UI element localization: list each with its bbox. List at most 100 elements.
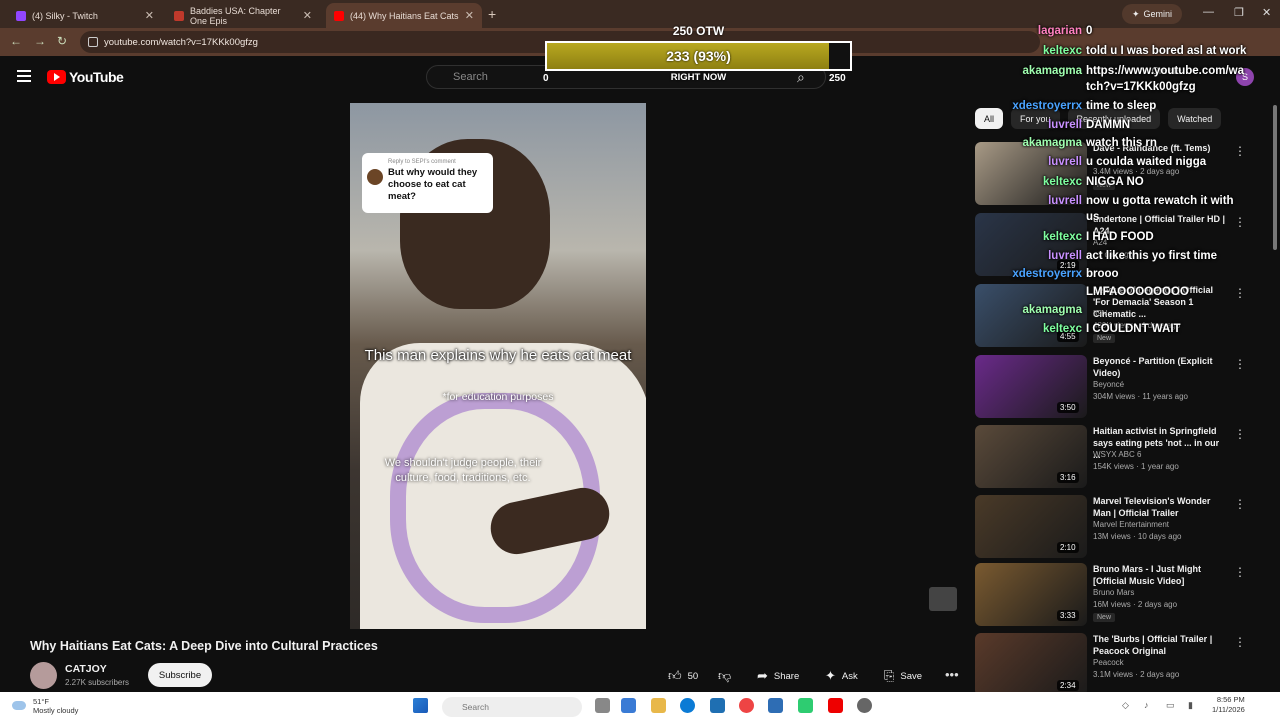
youtube-favicon-icon — [334, 10, 344, 21]
chat-username: keltexc — [1042, 45, 1082, 57]
chat-message: keltexc told u I was bored asl at work — [1002, 44, 1246, 58]
thumbs-down-icon: 👎︎ — [718, 668, 732, 683]
recommendation-meta: 154K views · 1 year ago — [1093, 462, 1179, 471]
recommendation-meta: 304M views · 11 years ago — [1093, 392, 1189, 401]
chrome-icon[interactable] — [739, 698, 754, 713]
dislike-button[interactable]: 👎︎ — [718, 665, 731, 687]
share-button[interactable]: ➦ Share — [757, 665, 799, 687]
settings-icon[interactable] — [857, 698, 872, 713]
youtube-app-icon[interactable] — [828, 698, 843, 713]
recommendation-meta: 13M views · 10 days ago — [1093, 532, 1182, 541]
chat-text: now u gotta rewatch it with — [1086, 195, 1234, 207]
video-player[interactable]: Reply to SEPI's comment But why would th… — [350, 103, 646, 629]
recommendation-item[interactable]: 3:50 Beyoncé - Partition (Explicit Video)… — [975, 355, 1246, 419]
subscribe-button[interactable]: Subscribe — [148, 663, 212, 687]
windows-taskbar — [0, 692, 1280, 720]
minimize-icon[interactable]: — — [1203, 6, 1214, 18]
menu-icon[interactable] — [17, 70, 31, 82]
duration-badge: 3:50 — [1057, 402, 1079, 413]
more-actions-icon[interactable]: ••• — [945, 667, 959, 682]
more-options-icon[interactable]: ⋮ — [1234, 635, 1246, 649]
video-title: Why Haitians Eat Cats: A Deep Dive into … — [30, 639, 378, 653]
more-options-icon[interactable]: ⋮ — [1234, 565, 1246, 579]
recommendation-title[interactable]: The 'Burbs | Official Trailer | Peacock … — [1093, 633, 1229, 657]
recommendation-title[interactable]: Marvel Television's Wonder Man | Officia… — [1093, 495, 1229, 519]
channel-name[interactable]: CATJOY — [65, 663, 107, 675]
recommendation-title[interactable]: Beyoncé - Partition (Explicit Video) — [1093, 355, 1229, 379]
more-options-icon[interactable]: ⋮ — [1234, 427, 1246, 441]
save-button[interactable]: ⎘ Save — [884, 665, 922, 687]
windows-start-icon[interactable] — [413, 698, 428, 713]
taskbar-search[interactable]: Search — [442, 697, 582, 717]
recommendation-channel[interactable]: Marvel Entertainment — [1093, 520, 1169, 529]
volume-icon[interactable]: ♪ — [1144, 700, 1149, 710]
like-button[interactable]: 👍︎ 50 — [668, 665, 698, 687]
close-window-icon[interactable]: ✕ — [1262, 6, 1271, 19]
reload-icon[interactable]: ↻ — [57, 34, 67, 48]
cloud-icon — [12, 701, 26, 710]
reply-comment-card: Reply to SEPI's comment But why would th… — [362, 153, 493, 213]
tab-twitch[interactable]: (4) Silky - Twitch ✕ — [8, 3, 162, 28]
recommendation-title[interactable]: Bruno Mars - I Just Might [Official Musi… — [1093, 563, 1229, 587]
mini-thumbnail[interactable] — [929, 587, 957, 611]
recommendation-channel[interactable]: Peacock — [1093, 658, 1124, 667]
ask-button[interactable]: ✦ Ask — [825, 665, 858, 687]
chat-message: luvrell now u gotta rewatch it with — [1002, 194, 1234, 208]
maximize-icon[interactable]: ❐ — [1234, 6, 1244, 19]
display-icon[interactable]: ▭ — [1166, 700, 1175, 711]
close-icon[interactable]: ✕ — [145, 9, 154, 22]
more-options-icon[interactable]: ⋮ — [1234, 215, 1246, 229]
forward-icon[interactable]: → — [34, 34, 46, 48]
gemini-button[interactable]: ✦ Gemini — [1122, 4, 1183, 24]
taskbar-clock[interactable]: 8:56 PM 1/11/2026 — [1212, 695, 1245, 715]
tab-youtube[interactable]: (44) Why Haitians Eat Cats ✕ — [326, 3, 482, 28]
chip-all[interactable]: All — [975, 108, 1004, 129]
chat-message: LMFAOOOOOOOO — [1002, 285, 1189, 299]
tab-label: (4) Silky - Twitch — [32, 10, 98, 21]
recommendation-channel[interactable]: Bruno Mars — [1093, 588, 1134, 597]
mail-icon[interactable] — [710, 698, 725, 713]
close-icon[interactable]: ✕ — [465, 9, 474, 22]
back-icon[interactable]: ← — [10, 34, 22, 48]
more-options-icon[interactable]: ⋮ — [1234, 497, 1246, 511]
thumbs-up-icon: 👍︎ — [668, 668, 682, 683]
file-explorer-icon[interactable] — [651, 698, 666, 713]
sparkle-icon: ✦ — [825, 668, 836, 683]
task-view-icon[interactable] — [595, 698, 610, 713]
site-info-icon[interactable] — [88, 37, 98, 47]
recommendation-channel[interactable]: WSYX ABC 6 — [1093, 450, 1141, 459]
tab-baddies[interactable]: Baddies USA: Chapter One Epis ✕ — [166, 3, 320, 28]
chat-username: luvrell — [1048, 195, 1082, 207]
recommendation-channel[interactable]: IGN — [1093, 309, 1107, 318]
more-options-icon[interactable]: ⋮ — [1234, 357, 1246, 371]
copilot-icon[interactable] — [621, 698, 636, 713]
more-options-icon[interactable]: ⋮ — [1234, 286, 1246, 300]
network-icon[interactable]: ◇ — [1122, 700, 1129, 711]
channel-avatar[interactable] — [30, 662, 57, 689]
close-icon[interactable]: ✕ — [303, 9, 312, 22]
chat-message: xdestroyerrx time to sleep — [1002, 99, 1156, 113]
recommendation-item[interactable]: 3:33 Bruno Mars - I Just Might [Official … — [975, 563, 1246, 627]
plus-icon[interactable]: + — [488, 6, 496, 22]
recommendation-item[interactable]: 2:10 Marvel Television's Wonder Man | Off… — [975, 495, 1246, 559]
recommendation-item[interactable]: 3:16 Haitian activist in Springfield says… — [975, 425, 1246, 489]
youtube-logo[interactable]: YouTube — [47, 69, 124, 85]
scrollbar[interactable] — [1273, 105, 1277, 250]
more-options-icon[interactable]: ⋮ — [1234, 144, 1246, 158]
chip-watched[interactable]: Watched — [1168, 108, 1222, 129]
battery-icon[interactable]: ▮ — [1188, 700, 1193, 711]
recommendation-channel[interactable]: Beyoncé — [1093, 380, 1124, 389]
chat-username: xdestroyerrx — [1012, 268, 1082, 280]
chat-text: us — [1086, 211, 1100, 223]
goal-progress-bar: 233 (93%) — [545, 41, 852, 71]
duration-badge: 2:10 — [1057, 542, 1079, 553]
chat-username: akamagma — [1022, 304, 1082, 316]
app-icon[interactable] — [798, 698, 813, 713]
subscriber-count: 2.27K subscribers — [65, 678, 130, 687]
edge-icon[interactable] — [680, 698, 695, 713]
recommendation-item[interactable]: 2:34 The 'Burbs | Official Trailer | Peac… — [975, 633, 1246, 697]
video-caption-sub: *for education purposes — [442, 391, 554, 403]
chat-text: told u I was bored asl at work — [1086, 45, 1247, 57]
store-icon[interactable] — [768, 698, 783, 713]
commenter-avatar — [367, 169, 383, 185]
